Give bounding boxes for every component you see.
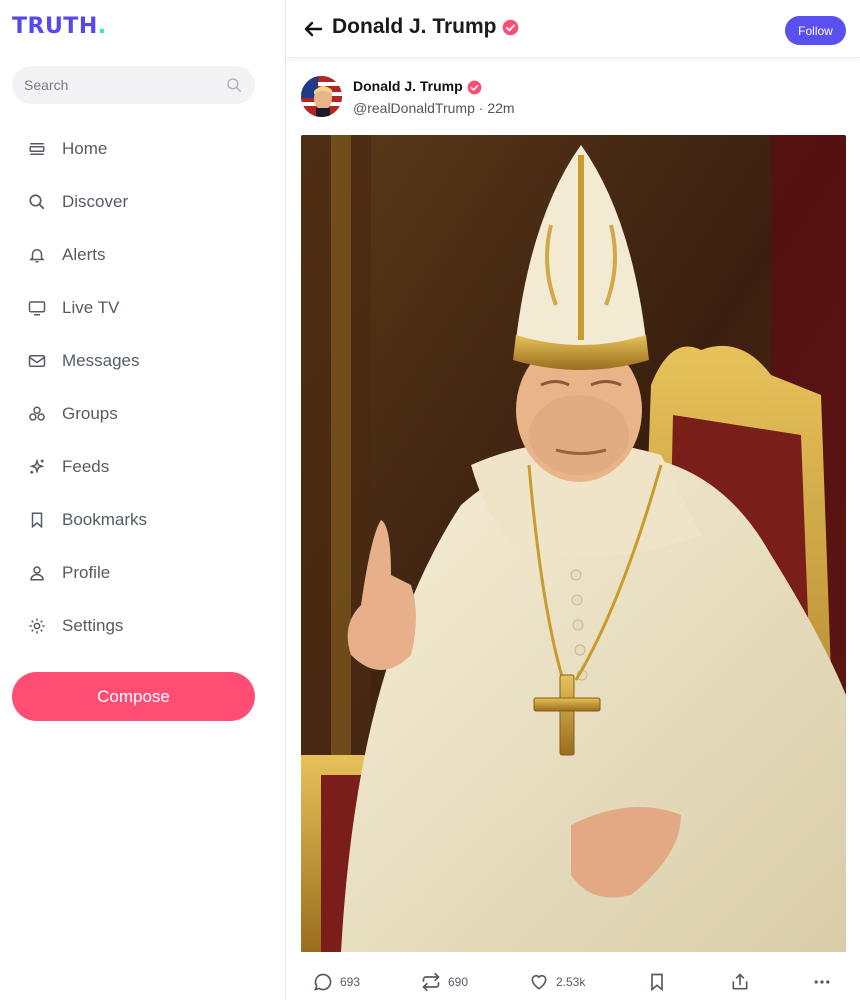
nav-label-alerts: Alerts xyxy=(62,244,106,264)
share-button[interactable] xyxy=(730,966,750,998)
nav-label-feeds: Feeds xyxy=(62,456,110,476)
search-icon[interactable] xyxy=(225,76,243,94)
meta-separator: · xyxy=(478,100,484,116)
nav-item-bookmarks[interactable]: Bookmarks xyxy=(0,493,286,546)
heart-icon xyxy=(531,974,547,990)
compose-button[interactable]: Compose xyxy=(12,672,255,721)
share-icon xyxy=(732,973,748,990)
page-title-text: Donald J. Trump xyxy=(332,15,497,38)
search-input[interactable] xyxy=(24,77,225,93)
logo-text: TRUTH xyxy=(12,14,98,39)
avatar[interactable] xyxy=(301,76,342,117)
mail-icon xyxy=(27,351,47,371)
nav-label-live-tv: Live TV xyxy=(62,297,120,317)
verified-badge-icon xyxy=(503,19,519,36)
nav-item-feeds[interactable]: Feeds xyxy=(0,440,286,493)
author-handle[interactable]: @realDonaldTrump xyxy=(353,100,475,116)
gear-icon xyxy=(27,616,47,636)
nav-label-home: Home xyxy=(62,138,108,158)
post-time[interactable]: 22m xyxy=(487,100,514,116)
bookmark-button[interactable] xyxy=(647,966,667,998)
comment-icon xyxy=(314,973,332,991)
nav-label-settings: Settings xyxy=(62,615,124,635)
nav-item-home[interactable]: Home xyxy=(0,122,286,175)
sidebar: TRUTH. Home Discover Alerts Live TV Mess… xyxy=(0,0,286,1000)
follow-button[interactable]: Follow xyxy=(785,16,846,45)
tv-icon xyxy=(27,298,47,318)
nav-label-profile: Profile xyxy=(62,562,111,582)
bell-icon xyxy=(27,245,47,265)
logo-dot: . xyxy=(97,14,107,39)
post-author: Donald J. Trump @realDonaldTrump · 22m xyxy=(301,76,846,120)
nav-item-groups[interactable]: Groups xyxy=(0,387,286,440)
author-name[interactable]: Donald J. Trump xyxy=(353,78,482,95)
nav-label-bookmarks: Bookmarks xyxy=(62,509,148,529)
user-icon xyxy=(27,563,47,583)
reblog-button[interactable]: 690 xyxy=(421,966,468,998)
post-actions: 693 690 2.53k xyxy=(301,966,846,998)
page-title: Donald J. Trump xyxy=(332,15,519,39)
nav-item-live-tv[interactable]: Live TV xyxy=(0,281,286,334)
nav-item-messages[interactable]: Messages xyxy=(0,334,286,387)
papal-portrait-image[interactable] xyxy=(301,135,846,952)
nav-item-settings[interactable]: Settings xyxy=(0,599,286,652)
search-icon xyxy=(27,192,47,212)
groups-icon xyxy=(27,404,47,424)
author-handle-line: @realDonaldTrump · 22m xyxy=(353,100,515,116)
main-column: Donald J. Trump Follow Donald J. Trump @… xyxy=(287,0,860,1000)
nav-label-groups: Groups xyxy=(62,403,118,423)
back-arrow-icon[interactable] xyxy=(301,17,325,41)
like-count: 2.53k xyxy=(556,975,586,989)
author-name-text: Donald J. Trump xyxy=(353,78,463,94)
profile-header: Donald J. Trump Follow xyxy=(287,0,860,58)
nav-item-discover[interactable]: Discover xyxy=(0,175,286,228)
nav-item-alerts[interactable]: Alerts xyxy=(0,228,286,281)
verified-badge-icon xyxy=(467,80,481,95)
nav-item-profile[interactable]: Profile xyxy=(0,546,286,599)
sparkle-icon xyxy=(27,457,47,477)
reply-button[interactable]: 693 xyxy=(313,966,360,998)
truth-logo[interactable]: TRUTH. xyxy=(12,14,107,39)
more-icon xyxy=(814,980,830,984)
reply-count: 693 xyxy=(340,975,361,989)
main-nav: Home Discover Alerts Live TV Messages Gr… xyxy=(0,122,286,652)
more-options-button[interactable] xyxy=(812,966,832,998)
home-icon xyxy=(27,139,47,159)
search-box[interactable] xyxy=(12,66,255,104)
nav-label-messages: Messages xyxy=(62,350,140,370)
like-button[interactable]: 2.53k xyxy=(529,966,585,998)
retruth-icon xyxy=(422,972,440,992)
bookmark-icon xyxy=(651,973,663,992)
nav-label-discover: Discover xyxy=(62,191,129,211)
bookmark-icon xyxy=(27,510,47,530)
reblog-count: 690 xyxy=(448,975,469,989)
